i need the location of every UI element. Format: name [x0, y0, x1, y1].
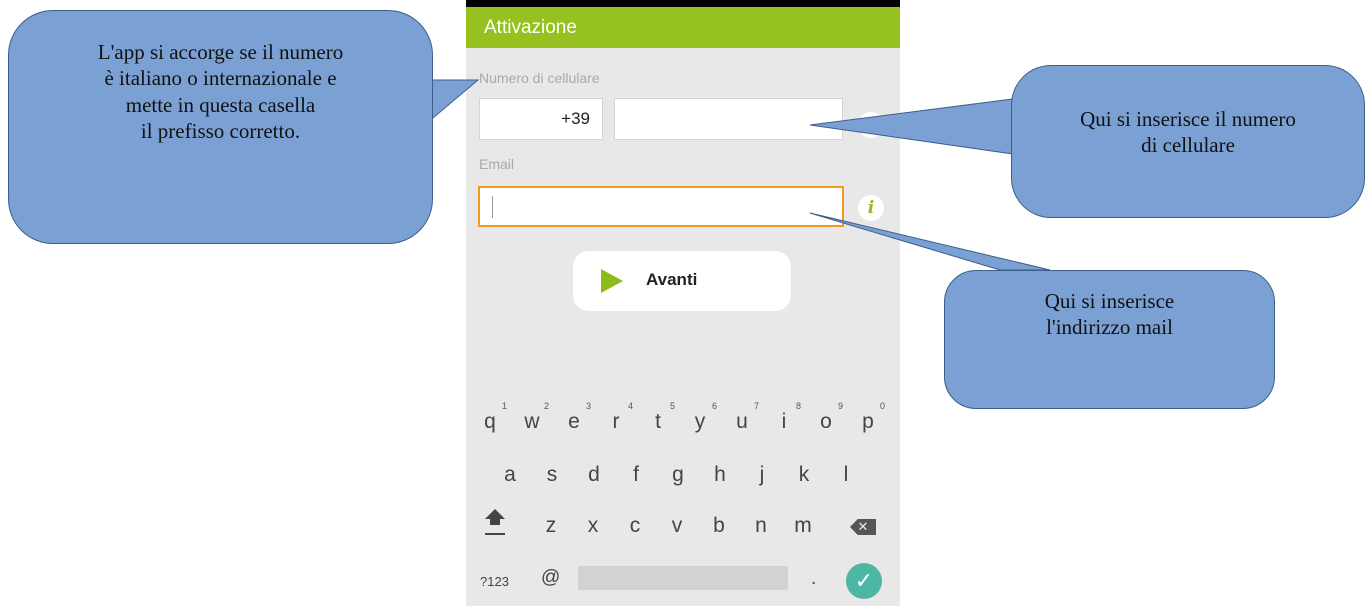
email-callout: Qui si inserisce l'indirizzo mail	[944, 270, 1275, 409]
phone-callout-pointer	[809, 98, 1014, 155]
prefix-callout: L'app si accorge se il numero è italiano…	[8, 10, 433, 244]
email-callout-pointer	[809, 212, 1051, 271]
phone-callout: Qui si inserisce il numero di cellulare	[1011, 65, 1365, 218]
